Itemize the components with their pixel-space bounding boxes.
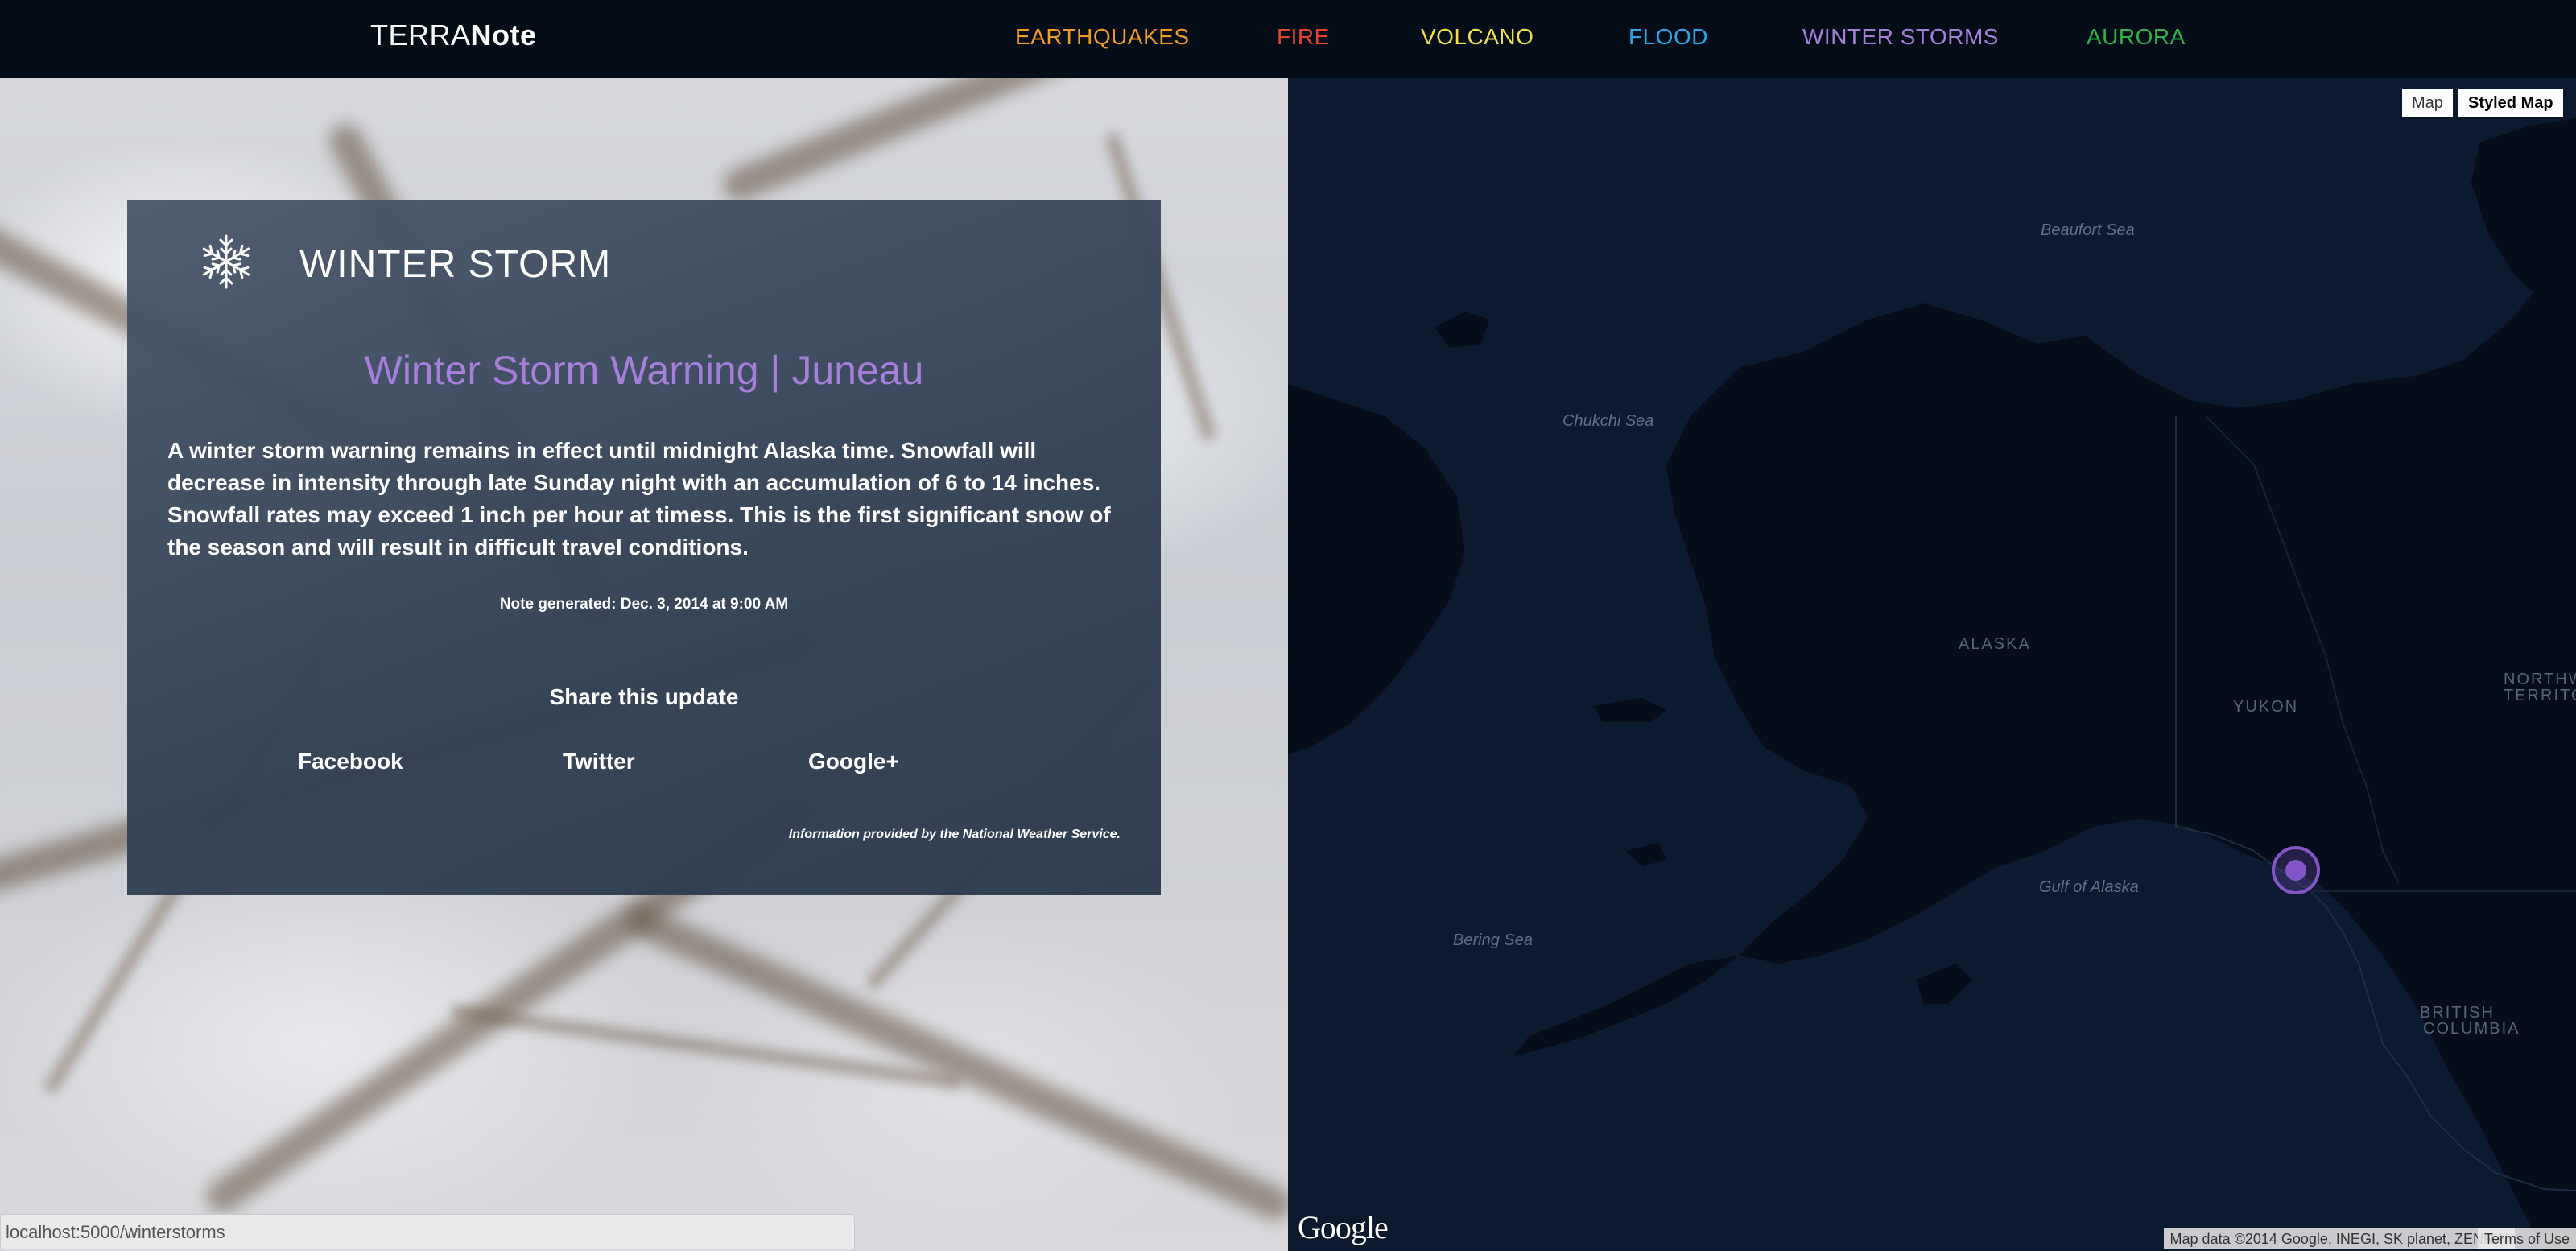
label-bering-sea: Bering Sea [1453, 931, 1533, 949]
top-navigation: TERRANote EARTHQUAKES FIRE VOLCANO FLOOD… [0, 0, 2576, 78]
label-gulf-of-alaska: Gulf of Alaska [2039, 878, 2139, 896]
photo-branch [621, 900, 1288, 1225]
map-type-styled-button[interactable]: Styled Map [2458, 89, 2563, 117]
browser-status-url: localhost:5000/winterstorms [0, 1214, 855, 1249]
map-type-map-button[interactable]: Map [2402, 89, 2453, 117]
terms-of-use-link[interactable]: Terms of Use [2477, 1228, 2576, 1249]
label-beaufort-sea: Beaufort Sea [2041, 221, 2135, 239]
brand-part1: TERRA [370, 19, 471, 52]
nav-fire[interactable]: FIRE [1277, 21, 1330, 53]
share-googleplus-link[interactable]: Google+ [808, 749, 899, 774]
map-view[interactable]: Beaufort Sea Chukchi Sea Gulf of Alaska … [1288, 78, 2576, 1251]
photo-branch [718, 78, 1288, 206]
juneau-marker-dot [2285, 860, 2306, 881]
nav-winter-storms[interactable]: WINTER STORMS [1802, 21, 1999, 53]
label-british-columbia-2: COLUMBIA [2423, 1020, 2520, 1038]
warning-description: A winter storm warning remains in effect… [167, 438, 1111, 559]
nav-aurora[interactable]: AURORA [2087, 21, 2186, 53]
nav-flood[interactable]: FLOOD [1629, 21, 1708, 53]
card-heading: WINTER STORM [299, 243, 612, 286]
snowflake-icon [200, 234, 253, 289]
note-timestamp: Note generated: Dec. 3, 2014 at 9:00 AM [499, 596, 789, 613]
share-twitter-link[interactable]: Twitter [563, 749, 635, 774]
warning-title: Winter Storm Warning | Juneau [364, 348, 924, 393]
share-heading: Share this update [549, 684, 739, 709]
label-chukchi-sea: Chukchi Sea [1563, 412, 1654, 430]
map-canvas[interactable] [1288, 78, 2576, 1251]
google-logo: Google [1298, 1209, 1389, 1245]
nav-earthquakes[interactable]: EARTHQUAKES [1015, 21, 1190, 53]
map-attribution: Map data ©2014 Google, INEGI, SK planet,… [2163, 1228, 2515, 1249]
label-alaska: ALASKA [1959, 635, 2031, 653]
label-yukon: YUKON [2233, 698, 2299, 716]
source-credit: Information provided by the National Wea… [788, 828, 1121, 841]
nav-volcano[interactable]: VOLCANO [1421, 21, 1534, 53]
brand-part2: Note [470, 19, 537, 52]
brand-logo[interactable]: TERRANote [370, 18, 537, 53]
storm-info-card: WINTER STORM Winter Storm Warning | June… [127, 200, 1161, 895]
share-facebook-link[interactable]: Facebook [298, 749, 403, 774]
label-northwest-territories-2: TERRITO [2504, 687, 2576, 704]
